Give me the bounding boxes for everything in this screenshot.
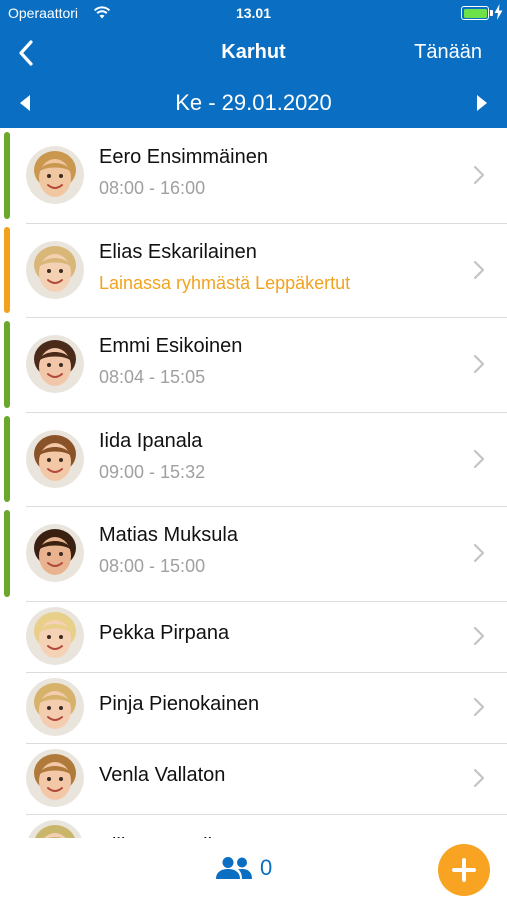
status-stripe bbox=[4, 415, 10, 502]
child-name: Eero Ensimmäinen bbox=[99, 146, 268, 168]
child-row[interactable]: Pinja Pienokainen bbox=[0, 672, 507, 744]
attendance-time: 08:00 - 15:00 bbox=[99, 556, 206, 576]
avatar bbox=[26, 146, 84, 204]
status-stripe bbox=[4, 510, 10, 597]
chevron-right-icon bbox=[473, 165, 485, 185]
attendance-button[interactable]: 0 bbox=[214, 855, 272, 881]
chevron-right-icon bbox=[473, 543, 485, 563]
avatar bbox=[26, 606, 84, 665]
status-stripe bbox=[4, 226, 10, 313]
attendance-time: 08:04 - 15:05 bbox=[99, 367, 206, 387]
child-list: Eero Ensimmäinen 08:00 - 16:00 Elias Eskar… bbox=[0, 128, 507, 838]
selected-date: Ke - 29.01.2020 bbox=[175, 90, 332, 115]
child-row[interactable]: Matias Muksula 08:00 - 15:00 bbox=[0, 506, 507, 602]
plus-icon bbox=[452, 858, 476, 882]
triangle-right-icon bbox=[477, 95, 487, 111]
battery-level bbox=[463, 8, 487, 18]
child-name: Pekka Pirpana bbox=[99, 621, 230, 644]
avatar bbox=[26, 335, 84, 393]
people-icon bbox=[216, 857, 252, 879]
child-name: Emmi Esikoinen bbox=[99, 335, 243, 357]
chevron-right-icon bbox=[473, 626, 485, 645]
status-stripe bbox=[4, 321, 10, 408]
chevron-right-icon bbox=[473, 768, 485, 787]
add-button[interactable] bbox=[438, 844, 490, 896]
attendance-time: 09:00 - 15:32 bbox=[99, 461, 206, 482]
child-row[interactable]: Iida Ipanala 09:00 - 15:32 bbox=[0, 412, 507, 507]
battery-tip bbox=[490, 10, 493, 16]
child-row[interactable]: Pekka Pirpana bbox=[0, 601, 507, 673]
child-row[interactable]: Vilho Vesseli bbox=[0, 814, 507, 838]
child-name: Elias Eskarilainen bbox=[99, 240, 257, 263]
bottom-bar: 0 bbox=[0, 838, 507, 900]
next-day-button[interactable] bbox=[469, 90, 495, 116]
child-name: Venla Vallaton bbox=[99, 763, 226, 786]
child-row[interactable]: Emmi Esikoinen 08:04 - 15:05 bbox=[0, 317, 507, 413]
nav-bar: Karhut Tänään bbox=[0, 28, 507, 78]
avatar bbox=[26, 524, 84, 582]
chevron-right-icon bbox=[473, 449, 485, 468]
chevron-right-icon bbox=[473, 697, 485, 716]
attendance-count: 0 bbox=[260, 855, 273, 880]
child-name: Iida Ipanala bbox=[99, 429, 203, 452]
app-header: Operaattori 13.01 Karhut Tänään Ke - 29.… bbox=[0, 0, 507, 128]
clock: 13.01 bbox=[235, 5, 272, 21]
today-button[interactable]: Tänään bbox=[414, 41, 482, 64]
chevron-right-icon bbox=[473, 354, 485, 374]
back-button[interactable] bbox=[12, 38, 40, 68]
avatar bbox=[26, 429, 84, 488]
status-bar: Operaattori 13.01 bbox=[0, 0, 507, 28]
child-name: Pinja Pienokainen bbox=[99, 692, 260, 715]
chevron-right-icon bbox=[473, 260, 485, 279]
chevron-left-icon bbox=[19, 40, 33, 66]
avatar bbox=[27, 819, 83, 838]
status-stripe bbox=[4, 132, 10, 219]
child-row[interactable]: Venla Vallaton bbox=[0, 743, 507, 815]
avatar bbox=[26, 240, 84, 299]
loan-info: Lainassa ryhmästä Leppäkertut bbox=[99, 272, 351, 293]
battery-icon bbox=[461, 6, 489, 20]
attendance-time: 08:00 - 16:00 bbox=[99, 178, 206, 198]
charging-icon bbox=[494, 4, 503, 20]
date-bar: Ke - 29.01.2020 bbox=[0, 78, 507, 128]
avatar bbox=[26, 677, 84, 736]
child-row[interactable]: Elias Eskarilainen Lainassa ryhmästä Lepp… bbox=[0, 223, 507, 318]
avatar bbox=[26, 748, 84, 807]
child-row[interactable]: Eero Ensimmäinen 08:00 - 16:00 bbox=[0, 128, 507, 224]
child-name: Matias Muksula bbox=[99, 524, 238, 546]
